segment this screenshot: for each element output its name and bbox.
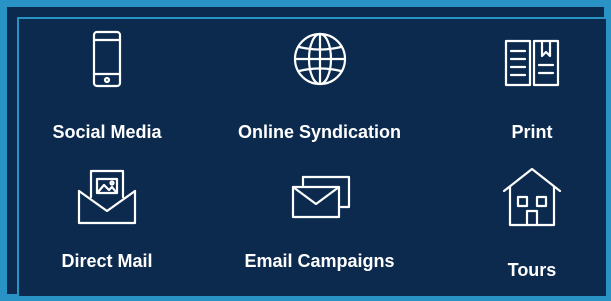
globe-icon <box>293 32 347 86</box>
service-label: Social Media <box>52 122 162 142</box>
smartphone-icon <box>92 30 122 88</box>
services-panel: Social Media Online Syndication Print Di… <box>0 0 611 301</box>
service-label: Print <box>511 122 553 142</box>
service-label: Online Syndication <box>237 122 402 142</box>
service-direct-mail: Direct Mail <box>37 165 177 285</box>
house-icon <box>502 167 562 227</box>
stacked-envelopes-icon <box>291 175 351 219</box>
envelope-with-photo-icon <box>77 169 137 225</box>
service-tours: Tours <box>467 165 597 285</box>
service-label: Email Campaigns <box>244 251 395 271</box>
open-book-icon <box>504 39 560 87</box>
service-print: Print <box>467 27 597 147</box>
service-label: Tours <box>507 260 557 280</box>
service-social-media: Social Media <box>37 27 177 147</box>
service-label: Direct Mail <box>61 251 153 271</box>
service-email-campaigns: Email Campaigns <box>222 165 417 285</box>
service-online-syndication: Online Syndication <box>222 27 417 147</box>
